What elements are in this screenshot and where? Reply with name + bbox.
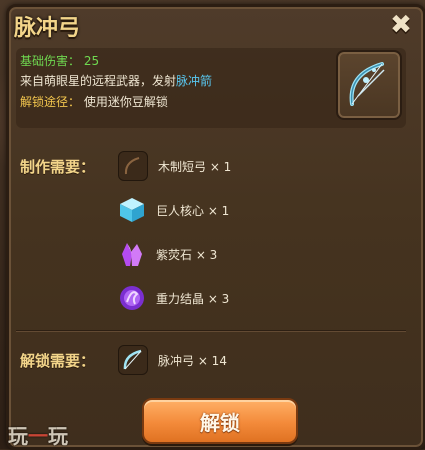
material-name: 木制短弓 × 1 — [158, 159, 232, 174]
unlock-button[interactable]: 解锁 — [142, 398, 298, 444]
unlock-path-label: 解锁途径： — [20, 95, 81, 109]
base-damage-line: 基础伤害： 25 — [20, 52, 99, 69]
material-row: 木制短弓 × 1 — [118, 148, 231, 184]
material-name: 重力结晶 × 3 — [156, 291, 230, 306]
giant-core-cube-icon — [118, 196, 146, 224]
material-row: 巨人核心 × 1 — [118, 192, 229, 228]
craft-requirements-label: 制作需要： — [20, 158, 96, 176]
dialog-title: 脉冲弓 — [14, 16, 81, 41]
material-row: 紫荧石 × 3 — [118, 236, 217, 272]
base-damage-value: 25 — [83, 54, 100, 68]
pulse-bow-icon — [349, 62, 385, 106]
watermark-logo: 玩一玩 — [8, 424, 68, 448]
item-description: 来自萌眼星的远程武器，发射脉冲箭 — [20, 72, 212, 89]
unlock-requirements-label: 解锁需要： — [20, 352, 96, 370]
base-damage-label: 基础伤害： — [20, 54, 81, 68]
unlock-path-value: 使用迷你豆解锁 — [83, 95, 168, 109]
unlock-requirement-text: 脉冲弓 × 14 — [158, 353, 227, 368]
material-name: 巨人核心 × 1 — [156, 203, 230, 218]
unlock-requirement-row: 脉冲弓 × 14 — [118, 342, 227, 378]
close-button[interactable]: ✖ — [386, 10, 416, 40]
section-divider — [16, 330, 406, 331]
item-preview-frame — [336, 50, 402, 120]
material-row: 重力结晶 × 3 — [118, 280, 229, 316]
description-text: 来自萌眼星的远程武器，发射 — [20, 74, 177, 88]
gravity-crystal-icon — [118, 284, 146, 312]
pulse-bow-fragment-icon — [118, 345, 148, 375]
unlock-path-line: 解锁途径： 使用迷你豆解锁 — [20, 93, 168, 110]
material-name: 紫荧石 × 3 — [156, 247, 218, 262]
wooden-bow-icon — [118, 151, 148, 181]
purple-crystal-icon — [118, 240, 146, 268]
description-highlight: 脉冲箭 — [176, 74, 213, 88]
